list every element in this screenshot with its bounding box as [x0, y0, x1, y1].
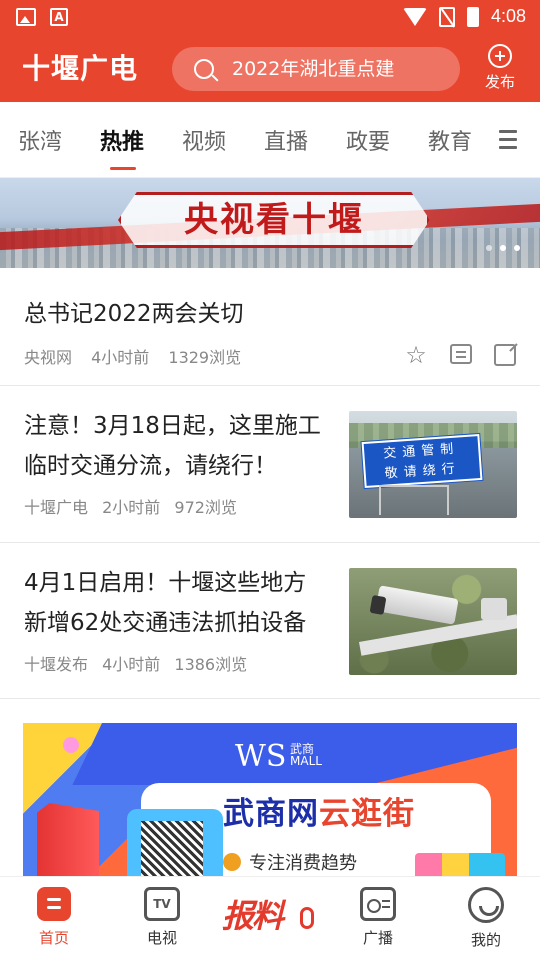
- ad-title-main: 武商网: [223, 796, 319, 832]
- wifi-icon: [402, 7, 427, 26]
- app-header: 十堰广电 2022年湖北重点建 发布: [0, 36, 540, 102]
- article-time: 2小时前: [102, 498, 161, 517]
- article-views: 972浏览: [174, 498, 237, 517]
- menu-icon[interactable]: [499, 130, 517, 150]
- nav-me[interactable]: 我的: [446, 887, 526, 950]
- tab-live[interactable]: 直播: [264, 124, 308, 156]
- report-label: 报料: [222, 897, 284, 935]
- radio-icon: [360, 887, 396, 921]
- microphone-icon: [300, 907, 314, 929]
- shopping-bags-graphic: [415, 853, 505, 876]
- ad-title: 武商网云逛街: [223, 793, 415, 835]
- nav-radio[interactable]: 广播: [338, 887, 418, 948]
- nav-label: 电视: [146, 929, 177, 947]
- status-left-icons: A: [16, 8, 68, 26]
- search-placeholder: 2022年湖北重点建: [232, 58, 395, 80]
- ad-logo-text: 武商 MALL: [290, 743, 322, 767]
- bottom-nav: 首页 TV 电视 报料 广播 我的: [0, 876, 540, 960]
- nav-tv[interactable]: TV 电视: [122, 887, 202, 948]
- article-item[interactable]: 4月1日启用！十堰这些地方新增62处交通违法抓拍设备 十堰发布 4小时前 138…: [0, 543, 540, 699]
- article-source: 十堰广电: [24, 498, 89, 517]
- home-icon: [37, 887, 71, 921]
- search-bar[interactable]: 2022年湖北重点建: [172, 47, 460, 91]
- article-item[interactable]: 总书记2022两会关切 央视网 4小时前 1329浏览 ☆: [0, 268, 540, 386]
- ad-title-accent: 云逛街: [319, 796, 415, 832]
- tab-politics[interactable]: 政要: [346, 124, 390, 156]
- article-thumbnail[interactable]: [349, 568, 517, 675]
- article-title[interactable]: 4月1日启用！十堰这些地方新增62处交通违法抓拍设备: [24, 563, 324, 643]
- publish-label: 发布: [484, 73, 515, 91]
- article-item[interactable]: 注意！3月18日起，这里施工临时交通分流，请绕行！ 十堰广电 2小时前 972浏…: [0, 386, 540, 543]
- a-icon: A: [50, 8, 68, 26]
- nav-label: 首页: [38, 929, 69, 947]
- pagination-dot-active: [500, 245, 506, 251]
- hero-banner[interactable]: 央视看十堰: [0, 178, 540, 268]
- article-title[interactable]: 总书记2022两会关切: [24, 294, 244, 328]
- sign-stand: [379, 485, 449, 515]
- image-icon: [16, 8, 36, 26]
- tv-icon: TV: [144, 887, 180, 921]
- tab-hot[interactable]: 热推: [100, 124, 144, 156]
- article-meta: 央视网 4小时前 1329浏览: [24, 344, 241, 368]
- article-views: 1329浏览: [168, 348, 242, 367]
- comment-icon[interactable]: [450, 344, 472, 364]
- pagination-dot: [486, 245, 492, 251]
- article-meta: 十堰发布 4小时前 1386浏览: [24, 651, 247, 675]
- ad-subtitle: 专注消费趋势: [249, 853, 357, 874]
- ad-logo-mall: MALL: [290, 754, 322, 768]
- nav-label: 我的: [470, 931, 501, 949]
- article-views: 1386浏览: [174, 655, 248, 674]
- article-time: 4小时前: [91, 348, 150, 367]
- brand-title: 十堰广电: [22, 52, 139, 85]
- article-title[interactable]: 注意！3月18日起，这里施工临时交通分流，请绕行！: [24, 406, 324, 486]
- channel-tabs: 张湾 热推 视频 直播 政要 教育: [0, 102, 540, 178]
- publish-button[interactable]: 发布: [480, 44, 520, 92]
- ad-badge-icon: [223, 853, 241, 871]
- article-meta: 十堰广电 2小时前 972浏览: [24, 494, 237, 518]
- ad-bubble: [63, 737, 79, 753]
- active-tab-indicator: [110, 167, 136, 170]
- status-time: 4:08: [490, 6, 526, 26]
- tab-video[interactable]: 视频: [182, 124, 226, 156]
- ad-logo: WS: [235, 739, 287, 774]
- article-source: 央视网: [24, 348, 73, 367]
- share-icon[interactable]: [494, 344, 516, 366]
- star-icon[interactable]: ☆: [404, 343, 428, 368]
- article-thumbnail[interactable]: 交通管制 敬请绕行: [349, 411, 517, 518]
- banner-pagination: [486, 245, 520, 251]
- status-right-icons: 4:08: [402, 6, 526, 27]
- tab-education[interactable]: 教育: [428, 124, 472, 156]
- article-source: 十堰发布: [24, 655, 89, 674]
- no-sim-icon: [438, 6, 455, 27]
- nav-home[interactable]: 首页: [14, 887, 94, 948]
- me-icon: [468, 887, 504, 923]
- battery-icon: [466, 6, 479, 27]
- search-icon: [194, 59, 214, 79]
- article-actions: ☆: [404, 343, 516, 368]
- qr-code-icon: [127, 809, 223, 876]
- ad-building-graphic: [37, 803, 99, 876]
- traffic-camera-small: [481, 598, 507, 620]
- status-bar: A 4:08: [0, 0, 540, 36]
- banner-title: 央视看十堰: [184, 200, 364, 240]
- traffic-sign: 交通管制 敬请绕行: [361, 433, 483, 489]
- plus-circle-icon: [488, 44, 512, 68]
- nav-label: 广播: [362, 929, 393, 947]
- ad-banner[interactable]: WS 武商 MALL 武商网云逛街 专注消费趋势: [23, 723, 517, 876]
- pagination-dot: [514, 245, 520, 251]
- tab-zhangwan[interactable]: 张湾: [18, 124, 62, 156]
- report-button[interactable]: 报料: [222, 891, 322, 945]
- article-time: 4小时前: [102, 655, 161, 674]
